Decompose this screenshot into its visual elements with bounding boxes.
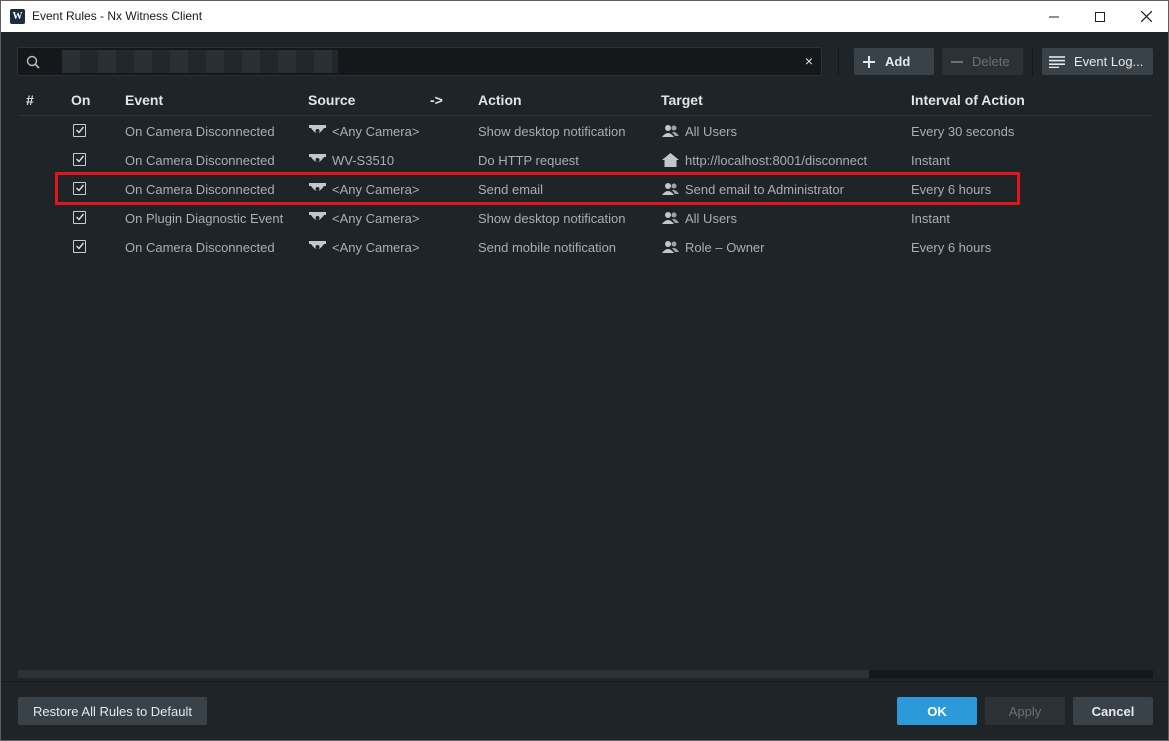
event-log-button-label: Event Log...: [1074, 54, 1144, 69]
maximize-icon: [1095, 11, 1105, 22]
camera-icon: [309, 154, 326, 162]
users-icon: [662, 125, 679, 137]
close-button[interactable]: [1123, 1, 1168, 32]
column-header-interval[interactable]: Interval of Action: [911, 92, 1025, 108]
clear-search-icon[interactable]: ×: [805, 54, 813, 68]
footer-divider: [1, 681, 1168, 682]
minimize-button[interactable]: [1031, 1, 1077, 32]
rule-enabled-checkbox[interactable]: [73, 153, 86, 166]
maximize-button[interactable]: [1077, 1, 1123, 32]
list-icon: [1049, 55, 1065, 68]
event-rules-window: W Event Rules - Nx Witness Client × Add …: [0, 0, 1169, 741]
source-cell: <Any Camera>: [332, 240, 420, 255]
action-cell: Send mobile notification: [478, 240, 617, 255]
interval-cell: Every 30 seconds: [911, 124, 1015, 139]
interval-cell: Instant: [911, 211, 951, 226]
interval-cell: Every 6 hours: [911, 240, 992, 255]
event-cell: On Camera Disconnected: [125, 153, 275, 168]
camera-icon: [309, 241, 326, 249]
users-icon: [662, 212, 679, 224]
users-icon: [662, 241, 679, 253]
table-row[interactable]: On Camera Disconnected <Any Camera> Send…: [18, 233, 1153, 262]
column-header-index[interactable]: #: [26, 92, 34, 108]
table-row[interactable]: On Camera Disconnected WV-S3510 Do HTTP …: [18, 146, 1153, 175]
source-cell: <Any Camera>: [332, 124, 420, 139]
camera-icon: [309, 125, 326, 133]
event-log-button[interactable]: Event Log...: [1042, 48, 1153, 75]
source-cell: WV-S3510: [332, 153, 395, 168]
highlighted-row-outline: [55, 172, 1020, 205]
apply-button[interactable]: Apply: [985, 697, 1065, 725]
plus-icon: [863, 55, 875, 68]
add-button-label: Add: [885, 54, 911, 69]
app-logo-icon: W: [10, 9, 25, 24]
toolbar-divider: [1032, 47, 1033, 76]
action-cell: Show desktop notification: [478, 211, 626, 226]
column-header-target[interactable]: Target: [661, 92, 703, 108]
header-divider: [18, 115, 1153, 116]
event-cell: On Camera Disconnected: [125, 240, 275, 255]
target-cell: http://localhost:8001/disconnect: [685, 153, 868, 168]
column-header-on[interactable]: On: [71, 92, 90, 108]
checkmark-icon: [76, 126, 85, 134]
horizontal-scrollbar[interactable]: [18, 670, 1153, 678]
column-header-event[interactable]: Event: [125, 92, 163, 108]
table-row[interactable]: On Camera Disconnected <Any Camera> Show…: [18, 117, 1153, 146]
camera-icon: [309, 212, 326, 220]
close-icon: [1140, 11, 1152, 22]
scrollbar-thumb[interactable]: [18, 670, 869, 678]
target-cell: All Users: [685, 124, 738, 139]
table-row[interactable]: On Plugin Diagnostic Event <Any Camera> …: [18, 204, 1153, 233]
minimize-icon: [1049, 16, 1059, 17]
column-header-action[interactable]: Action: [478, 92, 522, 108]
column-header-source[interactable]: Source: [308, 92, 355, 108]
rule-enabled-checkbox[interactable]: [73, 211, 86, 224]
rule-enabled-checkbox[interactable]: [73, 240, 86, 253]
action-cell: Do HTTP request: [478, 153, 579, 168]
delete-button-label: Delete: [972, 54, 1010, 69]
target-cell: All Users: [685, 211, 738, 226]
toolbar-divider: [838, 47, 839, 76]
restore-defaults-button[interactable]: Restore All Rules to Default: [18, 697, 207, 725]
checkmark-icon: [76, 242, 85, 250]
delete-button[interactable]: Delete: [942, 48, 1023, 75]
checkmark-icon: [76, 213, 85, 221]
event-cell: On Plugin Diagnostic Event: [125, 211, 284, 226]
target-cell: Role – Owner: [685, 240, 765, 255]
search-box: ×: [17, 47, 822, 76]
minus-icon: [951, 60, 963, 63]
interval-cell: Instant: [911, 153, 951, 168]
cancel-button[interactable]: Cancel: [1073, 697, 1153, 725]
action-cell: Show desktop notification: [478, 124, 626, 139]
search-input[interactable]: [62, 50, 338, 73]
title-bar[interactable]: W Event Rules - Nx Witness Client: [1, 1, 1168, 32]
ok-button[interactable]: OK: [897, 697, 977, 725]
event-cell: On Camera Disconnected: [125, 124, 275, 139]
search-icon: [26, 55, 40, 69]
add-button[interactable]: Add: [854, 48, 934, 75]
checkmark-icon: [76, 155, 85, 163]
rule-enabled-checkbox[interactable]: [73, 124, 86, 137]
home-icon: [662, 153, 679, 167]
window-title: Event Rules - Nx Witness Client: [32, 9, 203, 23]
source-cell: <Any Camera>: [332, 211, 420, 226]
column-header-arrow[interactable]: ->: [430, 92, 443, 108]
